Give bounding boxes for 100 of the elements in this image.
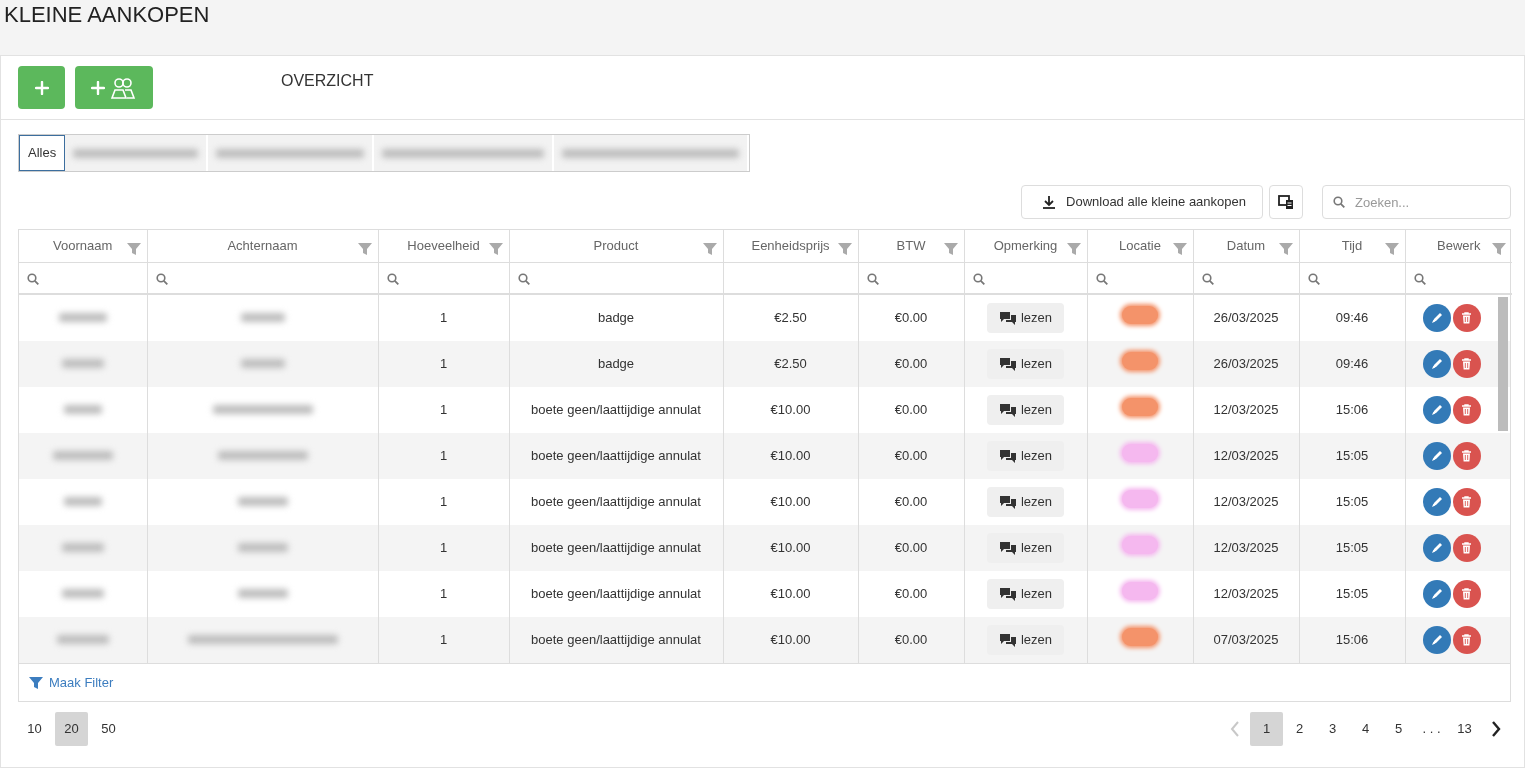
filter-icon[interactable] [1492, 241, 1506, 256]
redacted-text [237, 497, 288, 507]
vat-cell: €0.00 [894, 540, 928, 556]
filter-icon[interactable] [1384, 241, 1399, 256]
read-remark-button[interactable]: lezen [986, 303, 1065, 333]
price-cell: €10.00 [770, 494, 811, 510]
page-button[interactable]: . . . [1415, 712, 1448, 746]
column-header[interactable]: Eenheidsprijs [751, 238, 830, 253]
add-button[interactable] [18, 66, 65, 109]
edit-button[interactable] [1422, 350, 1451, 378]
quantity-cell: 1 [439, 586, 448, 602]
filter-tab[interactable] [374, 135, 555, 171]
column-header[interactable]: Product [593, 238, 639, 253]
delete-button[interactable] [1452, 350, 1481, 378]
quantity-cell: 1 [439, 632, 448, 648]
time-cell: 15:05 [1335, 540, 1369, 556]
filter-tab[interactable] [208, 135, 375, 171]
filter-icon[interactable] [357, 241, 372, 256]
column-header[interactable]: Voornaam [53, 238, 113, 253]
plus-icon [34, 80, 49, 95]
scrollbar-thumb[interactable] [1498, 297, 1508, 431]
comments-icon [998, 449, 1017, 463]
page-button[interactable]: 13 [1448, 712, 1481, 746]
product-cell: boete geen/laattijdige annulat [531, 632, 701, 648]
delete-button[interactable] [1452, 534, 1481, 562]
add-group-button[interactable] [75, 66, 153, 109]
read-remark-button[interactable]: lezen [986, 395, 1065, 425]
column-header[interactable]: Hoeveelheid [407, 238, 480, 253]
delete-button[interactable] [1452, 442, 1481, 470]
page-button[interactable]: 2 [1283, 712, 1316, 746]
pencil-icon [1430, 588, 1443, 600]
comments-icon [998, 633, 1017, 647]
delete-button[interactable] [1452, 304, 1481, 332]
edit-button[interactable] [1422, 304, 1451, 332]
vat-cell: €0.00 [894, 586, 928, 602]
filter-icon[interactable] [837, 241, 852, 256]
edit-button[interactable] [1422, 442, 1451, 470]
page-size-option[interactable]: 20 [55, 712, 88, 746]
read-remark-button[interactable]: lezen [986, 625, 1065, 655]
column-header[interactable]: Tijd [1341, 238, 1363, 253]
search-field[interactable]: Zoeken... [1322, 185, 1511, 219]
page-button[interactable]: 4 [1349, 712, 1382, 746]
column-header[interactable]: Achternaam [227, 238, 298, 253]
filter-tab[interactable] [554, 135, 750, 171]
filter-icon[interactable] [488, 241, 503, 256]
filter-tab[interactable] [65, 135, 209, 171]
redacted-text [56, 635, 109, 645]
time-cell: 15:05 [1335, 586, 1369, 602]
column-chooser-button[interactable] [1269, 185, 1303, 219]
edit-button[interactable] [1422, 626, 1451, 654]
comments-icon [998, 495, 1017, 509]
pencil-icon [1430, 404, 1443, 416]
column-header[interactable]: Opmerking [993, 238, 1058, 253]
make-filter-link[interactable]: Maak Filter [29, 672, 114, 693]
redacted-text [240, 313, 285, 323]
filter-tab[interactable]: Alles [19, 135, 66, 171]
download-button[interactable]: Download alle kleine aankopen [1021, 185, 1263, 219]
filter-icon[interactable] [1066, 241, 1081, 256]
column-header[interactable]: Bewerk [1437, 238, 1481, 253]
edit-button[interactable] [1422, 488, 1451, 516]
vat-cell: €0.00 [894, 402, 928, 418]
edit-button[interactable] [1422, 396, 1451, 424]
vat-cell: €0.00 [894, 310, 928, 326]
column-search-icon [27, 272, 39, 285]
comments-icon [998, 357, 1017, 371]
trash-icon [1461, 358, 1473, 370]
column-header[interactable]: BTW [896, 238, 926, 253]
column-search-icon [1413, 272, 1426, 285]
people-icon [109, 76, 137, 99]
filter-icon[interactable] [943, 241, 958, 256]
delete-button[interactable] [1452, 580, 1481, 608]
delete-button[interactable] [1452, 626, 1481, 654]
edit-button[interactable] [1422, 534, 1451, 562]
quantity-cell: 1 [439, 402, 448, 418]
page-size-option[interactable]: 10 [18, 712, 51, 746]
read-remark-button[interactable]: lezen [986, 487, 1065, 517]
column-header[interactable]: Locatie [1119, 238, 1161, 253]
delete-button[interactable] [1452, 488, 1481, 516]
page-button[interactable]: 1 [1250, 712, 1283, 746]
delete-button[interactable] [1452, 396, 1481, 424]
column-header[interactable]: Datum [1226, 238, 1266, 253]
read-remark-button[interactable]: lezen [986, 533, 1065, 563]
page-button[interactable]: 3 [1316, 712, 1349, 746]
page-size-option[interactable]: 50 [92, 712, 125, 746]
edit-button[interactable] [1422, 580, 1451, 608]
time-cell: 15:05 [1335, 494, 1369, 510]
redacted-text [58, 313, 107, 323]
filter-icon[interactable] [126, 241, 141, 256]
page-button[interactable]: 5 [1382, 712, 1415, 746]
read-remark-button[interactable]: lezen [986, 441, 1065, 471]
column-search-icon [972, 272, 985, 285]
filter-icon[interactable] [702, 241, 717, 256]
read-remark-button[interactable]: lezen [986, 349, 1065, 379]
filter-icon [29, 675, 43, 690]
chevron-right-icon [1491, 721, 1501, 737]
read-remark-button[interactable]: lezen [986, 579, 1065, 609]
filter-icon[interactable] [1278, 241, 1293, 256]
filter-icon[interactable] [1172, 241, 1187, 256]
product-cell: boete geen/laattijdige annulat [531, 586, 701, 602]
redacted-text [237, 543, 288, 553]
